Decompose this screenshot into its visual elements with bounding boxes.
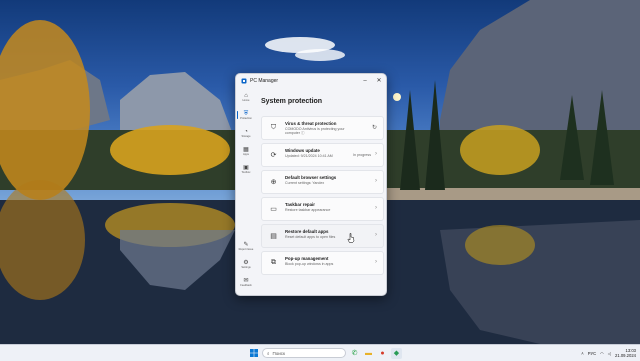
status-text: In progress bbox=[353, 153, 371, 157]
card-subtitle: Block pop-up windows in apps bbox=[285, 262, 334, 266]
card-subtitle: Current settings: Yandex bbox=[285, 181, 325, 185]
wifi-icon[interactable]: ◠ bbox=[600, 351, 604, 356]
sidebar-item-label: Protection bbox=[240, 116, 252, 120]
pc-manager-taskbar-icon[interactable]: ◆ bbox=[391, 347, 402, 359]
sidebar-item-report[interactable]: ✎ Report Issue bbox=[236, 237, 256, 255]
pc-manager-logo-icon bbox=[241, 78, 247, 84]
clock[interactable]: 13:03 21.09.2024 bbox=[615, 348, 636, 358]
card-title: Taskbar repair bbox=[285, 202, 315, 207]
taskbar-search[interactable]: ⌕ Поиск bbox=[262, 348, 346, 358]
card-title: Pop-up management bbox=[285, 256, 329, 261]
card-title: Virus & threat protection bbox=[285, 121, 337, 126]
shield-outline-icon: ⛉ bbox=[270, 123, 277, 131]
card-virus-protection[interactable]: ⛉ Virus & threat protection COMODO Antiv… bbox=[261, 116, 384, 140]
sync-icon: ⟳ bbox=[270, 151, 277, 159]
card-subtitle: COMODO Antivirus is protecting your comp… bbox=[285, 127, 345, 136]
card-restore-default-apps[interactable]: ▤ Restore default apps Reset default app… bbox=[261, 224, 384, 248]
close-button[interactable]: ✕ bbox=[372, 74, 386, 88]
card-subtitle: Updated: 9/21/2024 10:41 AM bbox=[285, 154, 333, 158]
file-explorer-icon[interactable]: ▬ bbox=[363, 348, 374, 359]
chevron-right-icon: › bbox=[375, 205, 377, 211]
language-indicator[interactable]: РУС bbox=[588, 351, 596, 356]
card-title: Windows update bbox=[285, 148, 320, 153]
sidebar-bottom: ✎ Report Issue ⚙ Settings ✉ Feedback bbox=[236, 237, 256, 291]
sidebar-item-label: Storage bbox=[241, 134, 251, 138]
sidebar-item-home[interactable]: ⌂ Home bbox=[236, 88, 256, 106]
clock-date: 21.09.2024 bbox=[615, 353, 636, 358]
card-windows-update[interactable]: ⟳ Windows update Updated: 9/21/2024 10:4… bbox=[261, 143, 384, 167]
yandex-browser-icon[interactable]: ● bbox=[377, 348, 388, 359]
minimize-button[interactable]: – bbox=[358, 74, 372, 88]
default-apps-icon: ▤ bbox=[270, 232, 277, 240]
card-taskbar-repair[interactable]: ▭ Taskbar repair Restore taskbar appeara… bbox=[261, 197, 384, 221]
sidebar-item-apps[interactable]: ▦ Apps bbox=[236, 142, 256, 160]
chevron-right-icon: › bbox=[375, 151, 377, 157]
taskbar-icon: ▭ bbox=[270, 205, 277, 213]
card-popup-management[interactable]: ⧉ Pop-up management Block pop-up windows… bbox=[261, 251, 384, 275]
sidebar-item-settings[interactable]: ⚙ Settings bbox=[236, 255, 256, 273]
system-tray: ˄ РУС ◠ ◁ 13:03 21.09.2024 bbox=[581, 347, 636, 359]
sidebar-item-toolbox[interactable]: ▣ Toolbox bbox=[236, 160, 256, 178]
sidebar-item-label: Toolbox bbox=[241, 170, 251, 174]
sidebar-item-label: Home bbox=[242, 98, 250, 102]
sidebar-item-protection[interactable]: ⛨ Protection bbox=[236, 106, 256, 124]
sidebar-item-feedback[interactable]: ✉ Feedback bbox=[236, 273, 256, 291]
title-bar: PC Manager – ✕ bbox=[236, 74, 386, 88]
volume-icon[interactable]: ◁ bbox=[608, 351, 611, 356]
search-placeholder: Поиск bbox=[272, 350, 286, 356]
card-title: Default browser settings bbox=[285, 175, 337, 180]
taskbar: ⌕ Поиск ✆ ▬ ● ◆ ˄ РУС ◠ ◁ 13:03 21.09.20… bbox=[0, 344, 640, 361]
page-title: System protection bbox=[261, 98, 323, 105]
sidebar-item-storage[interactable]: ◔ Storage bbox=[236, 124, 256, 142]
sidebar: ⌂ Home ⛨ Protection ◔ Storage ▦ Apps ▣ T… bbox=[236, 88, 256, 295]
taskbar-center: ⌕ Поиск ✆ ▬ ● ◆ bbox=[248, 347, 402, 359]
sidebar-item-label: Feedback bbox=[240, 283, 252, 287]
window-title: PC Manager bbox=[250, 78, 279, 84]
hand-cursor-icon bbox=[347, 233, 355, 243]
chevron-right-icon: › bbox=[375, 232, 377, 238]
card-title: Restore default apps bbox=[285, 229, 329, 234]
card-subtitle: Restore taskbar appearance bbox=[285, 208, 331, 212]
globe-icon: ⊕ bbox=[270, 178, 277, 186]
chevron-up-icon[interactable]: ˄ bbox=[581, 351, 583, 356]
chevron-right-icon: › bbox=[375, 259, 377, 265]
sidebar-item-label: Report Issue bbox=[238, 247, 254, 251]
card-default-browser[interactable]: ⊕ Default browser settings Current setti… bbox=[261, 170, 384, 194]
search-icon: ⌕ bbox=[267, 350, 270, 356]
popup-icon: ⧉ bbox=[271, 258, 276, 266]
main-content: System protection ⛉ Virus & threat prote… bbox=[258, 88, 384, 295]
whatsapp-icon[interactable]: ✆ bbox=[349, 348, 360, 359]
sidebar-item-label: Settings bbox=[241, 265, 251, 269]
windows-start-icon[interactable] bbox=[248, 348, 259, 359]
chevron-right-icon: › bbox=[375, 178, 377, 184]
pc-manager-window: PC Manager – ✕ ⌂ Home ⛨ Protection ◔ Sto… bbox=[235, 73, 387, 296]
sidebar-item-label: Apps bbox=[243, 152, 249, 156]
refresh-icon[interactable]: ↻ bbox=[372, 124, 377, 131]
